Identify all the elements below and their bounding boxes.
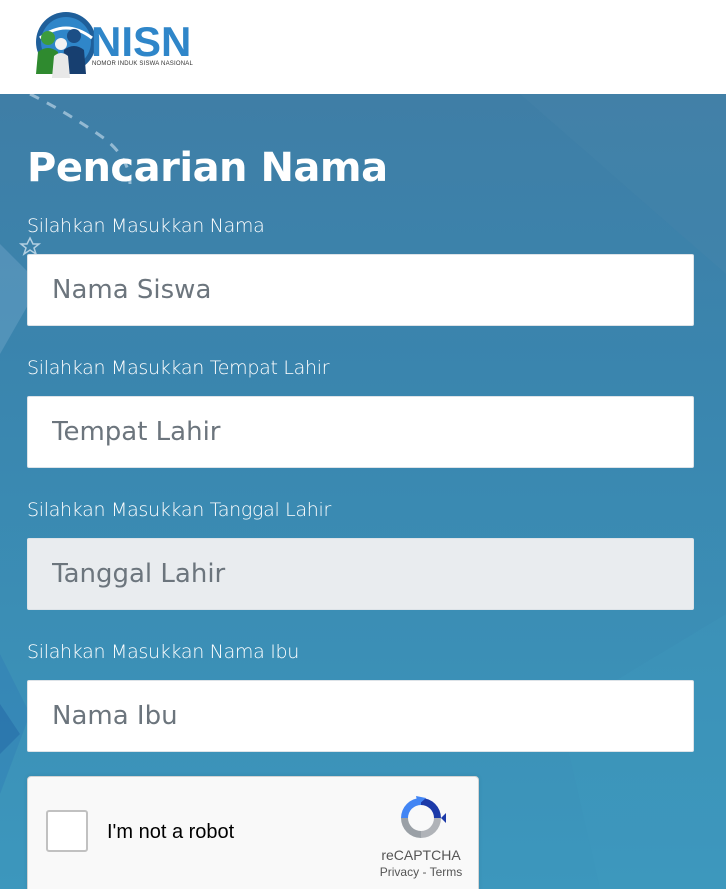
recaptcha-logo-icon [401, 796, 446, 838]
name-label: Silahkan Masukkan Nama [27, 215, 265, 237]
mother-name-label: Silahkan Masukkan Nama Ibu [27, 641, 300, 663]
privacy-link[interactable]: Privacy [380, 865, 419, 879]
birthplace-label: Silahkan Masukkan Tempat Lahir [27, 357, 330, 379]
recaptcha-brand: reCAPTCHA [381, 847, 461, 863]
terms-link[interactable]: Terms [430, 865, 463, 879]
recaptcha-widget: I'm not a robot reCAPTCHA Privacy - Term… [27, 776, 479, 889]
mother-name-input[interactable] [27, 680, 694, 752]
links-separator: - [419, 865, 430, 879]
site-header: NISN NOMOR INDUK SISWA NASIONAL [0, 0, 726, 94]
birthplace-input[interactable] [27, 396, 694, 468]
student-name-input[interactable] [27, 254, 694, 326]
birthdate-input[interactable] [27, 538, 694, 610]
recaptcha-links: Privacy - Terms [368, 865, 474, 879]
students-logo-icon [36, 12, 96, 78]
recaptcha-label: I'm not a robot [107, 821, 235, 843]
search-panel: Pencarian Nama Silahkan Masukkan Nama Si… [0, 94, 726, 889]
page-title: Pencarian Nama [27, 145, 388, 191]
nisn-logo[interactable]: NISN NOMOR INDUK SISWA NASIONAL [28, 8, 198, 82]
birthdate-label: Silahkan Masukkan Tanggal Lahir [27, 499, 332, 521]
recaptcha-checkbox[interactable] [46, 810, 88, 852]
logo-subtitle: NOMOR INDUK SISWA NASIONAL [92, 61, 193, 67]
logo-wordmark: NISN [91, 18, 192, 65]
